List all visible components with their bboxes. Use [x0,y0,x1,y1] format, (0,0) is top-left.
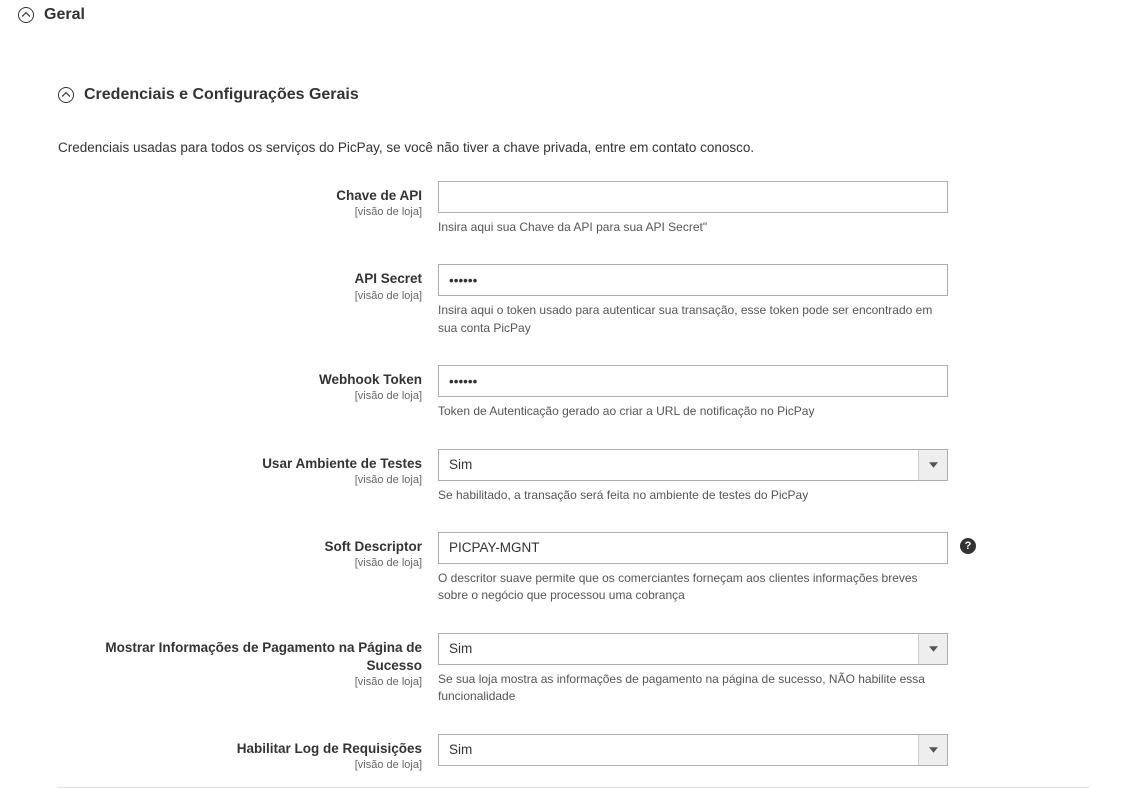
collapse-up-icon [18,7,34,23]
label-show-payment-info: Mostrar Informações de Pagamento na Pági… [58,639,422,675]
enable-log-select[interactable]: Sim [438,734,948,766]
select-wrapper: Sim [438,449,948,481]
test-env-select[interactable]: Sim [438,449,948,481]
label-col: Webhook Token [visão de loja] [58,365,438,402]
row-show-payment-info: Mostrar Informações de Pagamento na Pági… [58,633,1117,706]
section-header-sub[interactable]: Credenciais e Configurações Gerais [0,80,1147,110]
control-col: Insira aqui o token usado para autentica… [438,264,948,337]
section-header-main[interactable]: Geral [0,0,1147,30]
label-api-secret: API Secret [58,270,422,288]
help-api-key: Insira aqui sua Chave da API para sua AP… [438,219,948,236]
label-api-key: Chave de API [58,187,422,205]
help-tooltip-icon[interactable]: ? [960,538,976,554]
label-col: Usar Ambiente de Testes [visão de loja] [58,449,438,486]
control-col: Sim [438,734,948,766]
row-soft-descriptor: Soft Descriptor [visão de loja] ? O desc… [58,532,1117,605]
control-col: Insira aqui sua Chave da API para sua AP… [438,181,948,236]
row-enable-log: Habilitar Log de Requisições [visão de l… [58,734,1117,771]
help-api-secret: Insira aqui o token usado para autentica… [438,302,948,337]
scope-label: [visão de loja] [58,206,422,218]
form-wrapper: Chave de API [visão de loja] Insira aqui… [0,181,1147,771]
scope-label: [visão de loja] [58,557,422,569]
control-col: Sim Se habilitado, a transação será feit… [438,449,948,504]
scope-label: [visão de loja] [58,290,422,302]
help-show-payment-info: Se sua loja mostra as informações de pag… [438,671,948,706]
control-col: Token de Autenticação gerado ao criar a … [438,365,948,420]
scope-label: [visão de loja] [58,474,422,486]
select-wrapper: Sim [438,633,948,665]
label-col: Chave de API [visão de loja] [58,181,438,218]
scope-label: [visão de loja] [58,390,422,402]
row-webhook-token: Webhook Token [visão de loja] Token de A… [58,365,1117,420]
help-webhook-token: Token de Autenticação gerado ao criar a … [438,403,948,420]
collapse-up-icon [58,87,74,103]
help-test-env: Se habilitado, a transação será feita no… [438,487,948,504]
label-soft-descriptor: Soft Descriptor [58,538,422,556]
control-col: Sim Se sua loja mostra as informações de… [438,633,948,706]
section-title-main: Geral [44,6,85,24]
select-wrapper: Sim [438,734,948,766]
control-col: ? O descritor suave permite que os comer… [438,532,948,605]
show-payment-info-select[interactable]: Sim [438,633,948,665]
label-col: Habilitar Log de Requisições [visão de l… [58,734,438,771]
help-soft-descriptor: O descritor suave permite que os comerci… [438,570,948,605]
soft-descriptor-input[interactable] [438,532,948,564]
row-api-secret: API Secret [visão de loja] Insira aqui o… [58,264,1117,337]
webhook-token-input[interactable] [438,365,948,397]
api-secret-input[interactable] [438,264,948,296]
label-enable-log: Habilitar Log de Requisições [58,740,422,758]
row-api-key: Chave de API [visão de loja] Insira aqui… [58,181,1117,236]
label-col: API Secret [visão de loja] [58,264,438,301]
section-title-sub: Credenciais e Configurações Gerais [84,86,359,104]
row-test-env: Usar Ambiente de Testes [visão de loja] … [58,449,1117,504]
label-test-env: Usar Ambiente de Testes [58,455,422,473]
scope-label: [visão de loja] [58,676,422,688]
label-col: Soft Descriptor [visão de loja] [58,532,438,569]
api-key-input[interactable] [438,181,948,213]
scope-label: [visão de loja] [58,759,422,771]
label-col: Mostrar Informações de Pagamento na Pági… [58,633,438,688]
section-description: Credenciais usadas para todos os serviço… [0,130,1147,181]
label-webhook-token: Webhook Token [58,371,422,389]
